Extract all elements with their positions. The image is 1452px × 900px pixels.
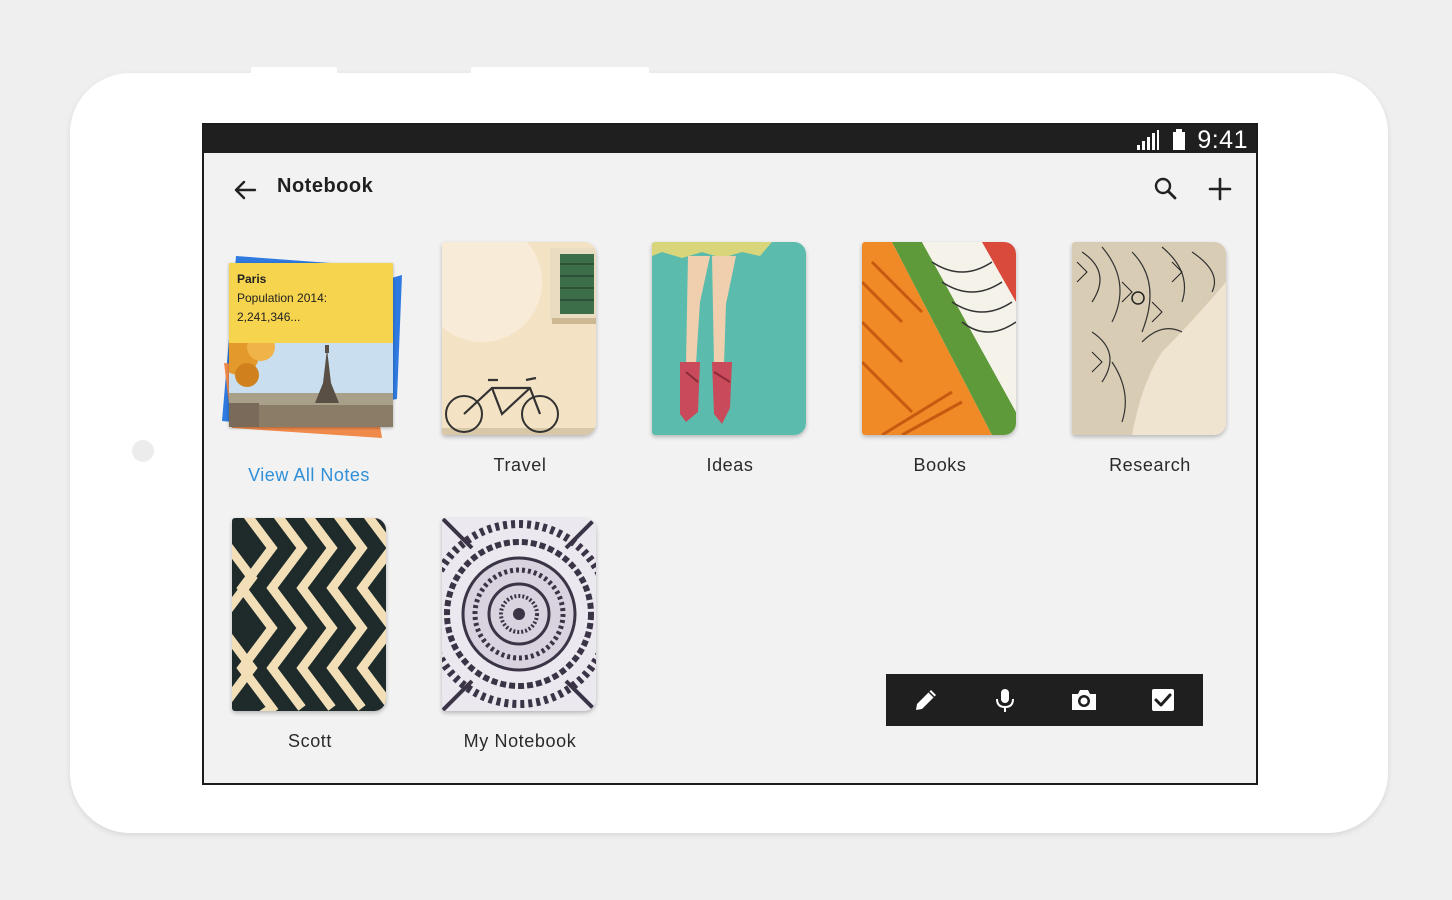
paris-photo (229, 343, 393, 427)
notebook-label: Ideas (706, 455, 754, 475)
notebook-cover (652, 242, 806, 435)
notebook-label: Scott (287, 731, 333, 751)
battery-icon (1173, 129, 1185, 150)
tablet-button (471, 67, 649, 75)
notebook-travel[interactable]: Travel (442, 242, 598, 475)
notebook-cover (442, 518, 596, 711)
notebook-cover (862, 242, 1016, 435)
notebook-label: Books (913, 455, 967, 475)
note-line: 2,241,346... (237, 310, 301, 324)
status-bar: 9:41 (204, 125, 1256, 154)
checkbox-icon (1152, 689, 1175, 711)
all-notes-stack[interactable]: Paris Population 2014: 2,241,346... (222, 253, 406, 438)
notebook-label: Research (1109, 455, 1191, 475)
note-card-paris: Paris Population 2014: 2,241,346... (229, 263, 393, 427)
notebook-cover (442, 242, 596, 435)
quick-note-toolbar (886, 674, 1203, 726)
back-button[interactable] (230, 175, 260, 205)
notebook-research[interactable]: Research (1072, 242, 1228, 475)
microphone-icon (995, 689, 1014, 712)
tablet-button (251, 67, 337, 75)
plus-icon (1208, 177, 1232, 201)
status-time: 9:41 (1197, 126, 1248, 154)
notebook-books[interactable]: Books (862, 242, 1018, 475)
view-all-notes-link[interactable]: View All Notes (224, 465, 394, 486)
signal-icon (1137, 130, 1159, 150)
camera-icon (1072, 690, 1097, 710)
pencil-icon (915, 690, 936, 710)
new-audio-note-button[interactable] (985, 680, 1025, 720)
new-photo-note-button[interactable] (1064, 680, 1104, 720)
app-bar: Notebook (204, 153, 1256, 223)
new-text-note-button[interactable] (906, 680, 946, 720)
notebook-scott[interactable]: Scott (232, 518, 388, 751)
note-title: Paris (237, 272, 267, 286)
search-icon (1154, 177, 1177, 200)
new-checklist-button[interactable] (1143, 680, 1183, 720)
note-line: Population 2014: (237, 291, 328, 305)
notebook-label: Travel (493, 455, 547, 475)
arrow-back-icon (234, 180, 257, 200)
tablet-camera (132, 440, 154, 462)
search-button[interactable] (1152, 175, 1180, 203)
device-screen: 9:41 Notebook Paris Population 2014: 2,2… (202, 123, 1258, 785)
notebook-cover (1072, 242, 1226, 435)
page-title: Notebook (277, 175, 374, 197)
notebook-cover (232, 518, 386, 711)
notebook-label: My Notebook (463, 731, 577, 751)
notebook-ideas[interactable]: Ideas (652, 242, 808, 475)
add-button[interactable] (1206, 175, 1234, 203)
notebook-my-notebook[interactable]: My Notebook (442, 518, 598, 751)
